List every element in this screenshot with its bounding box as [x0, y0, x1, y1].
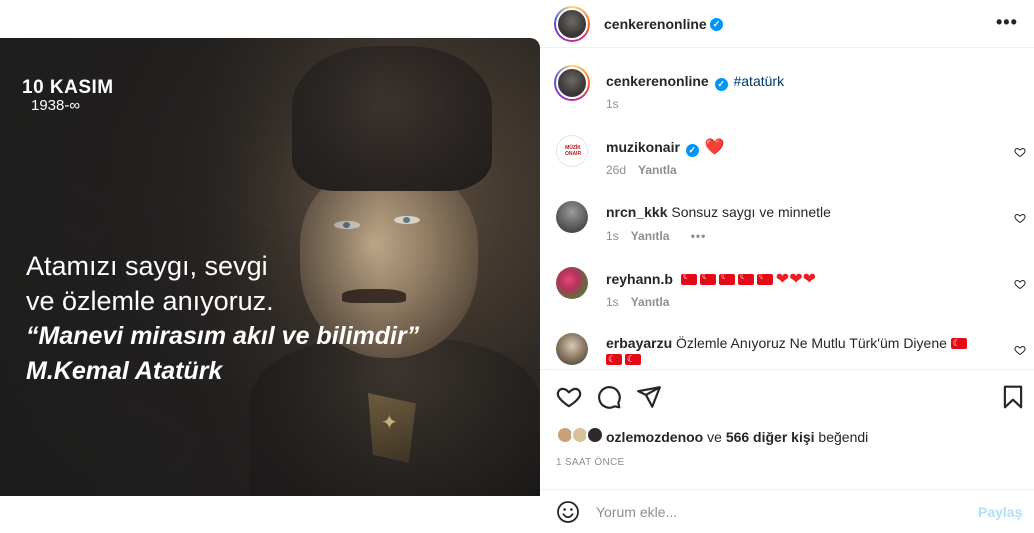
post-side-panel: cenkerenonline ✓ ••• cenkerenonline ✓ #a… — [540, 0, 1034, 533]
smiley-icon[interactable] — [556, 500, 580, 524]
comment-time: 1s — [606, 229, 619, 243]
reply-button[interactable]: Yanıtla — [631, 229, 670, 243]
liker-avatar[interactable] — [586, 426, 604, 444]
tribute-text: Atamızı saygı, sevgi ve özlemle anıyoruz… — [26, 248, 419, 388]
date-badge-title: 10 KASIM — [22, 77, 114, 98]
share-comment-button[interactable]: Paylaş — [978, 504, 1022, 520]
post-actions: ozlemozdenoo ve 566 diğer kişi beğendi 1… — [540, 369, 1034, 484]
quote-author: M.Kemal Atatürk — [26, 357, 223, 385]
bookmark-icon[interactable] — [1000, 384, 1026, 410]
post-header: cenkerenonline ✓ ••• — [540, 0, 1034, 48]
liked-by-text: ozlemozdenoo ve 566 diğer kişi beğendi — [606, 429, 868, 445]
comment-like-heart-icon[interactable] — [1014, 212, 1026, 224]
comment-username[interactable]: nrcn_kkk — [606, 204, 667, 220]
tribute-line-2: ve özlemle anıyoruz. — [26, 286, 274, 316]
caption-avatar[interactable] — [554, 65, 590, 101]
comment-time: 1s — [606, 295, 619, 309]
comment-like-heart-icon[interactable] — [1014, 344, 1026, 356]
comment-username[interactable]: reyhann.b — [606, 271, 673, 287]
send-icon[interactable] — [636, 384, 662, 410]
comment-composer: Paylaş — [540, 489, 1034, 533]
caption-time: 1s — [606, 97, 619, 111]
muzikonair-logo: MÜZİK ONAIR — [564, 145, 582, 157]
verified-badge-icon: ✓ — [685, 144, 699, 157]
comment-body: Sonsuz saygı ve minnetle — [671, 204, 831, 220]
comment-input[interactable] — [596, 502, 956, 522]
collar-star-icon: ✦ — [381, 412, 398, 434]
comment-time: 26d — [606, 163, 627, 177]
comment-avatar[interactable] — [556, 333, 588, 365]
caption-text: cenkerenonline ✓ #atatürk — [606, 73, 784, 91]
comment-avatar[interactable] — [556, 201, 588, 233]
comment-body-flags: ❤❤❤ — [680, 271, 816, 288]
comment-options-icon[interactable]: ••• — [691, 229, 707, 243]
verified-badge-icon: ✓ — [714, 78, 728, 91]
comment-like-heart-icon[interactable] — [1014, 146, 1026, 158]
comment-meta: 26d Yanıtla — [606, 163, 677, 177]
author-avatar[interactable] — [554, 6, 590, 42]
comment-meta: 1s Yanıtla — [606, 295, 669, 309]
caption-hashtag[interactable]: #atatürk — [733, 73, 784, 89]
comment-text: muzikonair ✓ ❤️ — [606, 137, 725, 157]
comment-username[interactable]: erbayarzu — [606, 335, 672, 351]
comment-text: nrcn_kkk Sonsuz saygı ve minnetle — [606, 204, 831, 220]
author-username[interactable]: cenkerenonline — [604, 16, 707, 32]
comment-avatar[interactable] — [556, 267, 588, 299]
comment-like-heart-icon[interactable] — [1014, 278, 1026, 290]
liked-by-connector: ve — [707, 429, 722, 445]
comment-meta: 1s Yanıtla ••• — [606, 229, 706, 243]
reply-button[interactable]: Yanıtla — [631, 295, 670, 309]
comment-username[interactable]: muzikonair — [606, 139, 680, 155]
post-timestamp[interactable]: 1 SAAT ÖNCE — [556, 457, 625, 468]
quote-line: “Manevi mirasım akıl ve bilimdir” — [26, 322, 420, 350]
comment-text: reyhann.b ❤❤❤ — [606, 269, 816, 289]
comment-body: ❤️ — [704, 139, 725, 156]
verified-badge-icon: ✓ — [710, 18, 723, 31]
portrait-eye — [394, 216, 420, 224]
liked-by-suffix: beğendi — [818, 429, 869, 445]
liked-by-user[interactable]: ozlemozdenoo — [606, 429, 703, 445]
instagram-post-view: ✦ 10 KASIM 1938-∞ Atamızı saygı, sevgi v… — [0, 0, 1034, 533]
comment-icon[interactable] — [596, 384, 622, 410]
reply-button[interactable]: Yanıtla — [638, 163, 677, 177]
comment-avatar[interactable]: MÜZİK ONAIR — [556, 135, 588, 167]
comments-list[interactable]: cenkerenonline ✓ #atatürk 1s MÜZİK ONAIR… — [540, 49, 1034, 369]
more-options-icon[interactable]: ••• — [996, 12, 1018, 33]
caption-username[interactable]: cenkerenonline — [606, 73, 709, 89]
comment-text: erbayarzu Özlemle Anıyoruz Ne Mutlu Türk… — [606, 335, 986, 367]
tribute-line-1: Atamızı saygı, sevgi — [26, 251, 268, 281]
date-badge-year: 1938-∞ — [31, 97, 81, 114]
heart-icon[interactable] — [556, 384, 582, 410]
liked-by-count[interactable]: 566 diğer kişi — [726, 429, 815, 445]
post-image[interactable]: ✦ 10 KASIM 1938-∞ Atamızı saygı, sevgi v… — [0, 38, 540, 496]
